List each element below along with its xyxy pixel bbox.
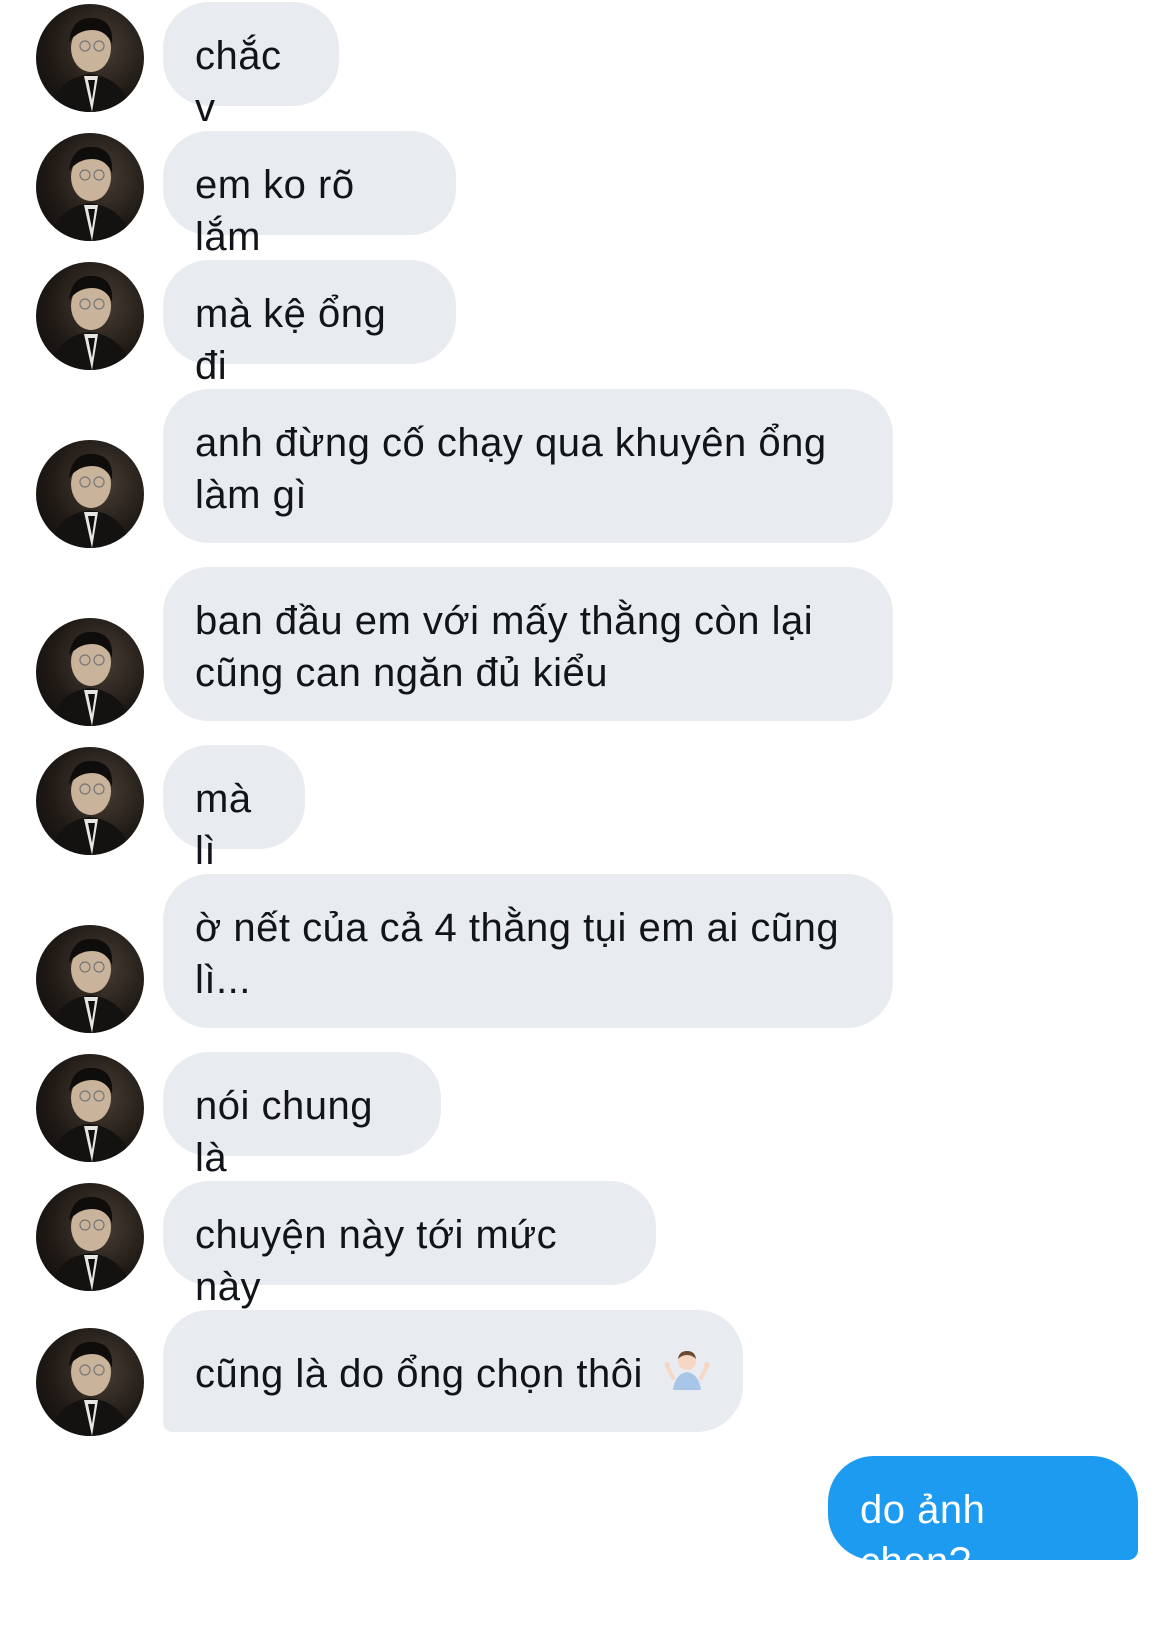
message-text: em ko rõ lắm <box>195 163 355 259</box>
message-text: anh đừng cố chạy qua khuyên ổng làm gì <box>195 421 827 517</box>
message-text: cũng là do ổng chọn thôi <box>195 1352 643 1397</box>
message-bubble[interactable]: mà lì <box>163 745 305 873</box>
avatar[interactable] <box>36 925 144 1033</box>
message-bubble[interactable]: anh đừng cố chạy qua khuyên ổng làm gì <box>163 389 893 543</box>
message-bubble[interactable]: cũng là do ổng chọn thôi <box>163 1310 743 1432</box>
message-bubble[interactable]: chuyện này tới mức này <box>163 1181 656 1309</box>
sent-message-text: do ảnh chọn? <box>860 1488 986 1584</box>
message-text: nói chung là <box>195 1084 373 1180</box>
person-shrugging-icon <box>663 1348 710 1405</box>
avatar[interactable] <box>36 1328 144 1436</box>
message-bubble[interactable]: ờ nết của cả 4 thằng tụi em ai cũng lì..… <box>163 874 893 1028</box>
message-text: ban đầu em với mấy thằng còn lại cũng ca… <box>195 599 814 695</box>
message-text: mà lì <box>195 777 252 873</box>
avatar[interactable] <box>36 1054 144 1162</box>
message-bubble[interactable]: mà kệ ổng đi <box>163 260 456 388</box>
message-text: chắc v <box>195 34 282 130</box>
avatar[interactable] <box>36 747 144 855</box>
sent-message-bubble[interactable]: do ảnh chọn? <box>828 1456 1138 1584</box>
message-text: ờ nết của cả 4 thằng tụi em ai cũng lì..… <box>195 906 840 1002</box>
avatar[interactable] <box>36 1183 144 1291</box>
message-text: mà kệ ổng đi <box>195 292 387 388</box>
message-bubble[interactable]: chắc v <box>163 2 339 130</box>
message-bubble[interactable]: em ko rõ lắm <box>163 131 456 259</box>
avatar[interactable] <box>36 618 144 726</box>
message-text: chuyện này tới mức này <box>195 1213 558 1309</box>
avatar[interactable] <box>36 4 144 112</box>
avatar[interactable] <box>36 440 144 548</box>
avatar[interactable] <box>36 262 144 370</box>
message-bubble[interactable]: nói chung là <box>163 1052 441 1180</box>
message-bubble[interactable]: ban đầu em với mấy thằng còn lại cũng ca… <box>163 567 893 721</box>
avatar[interactable] <box>36 133 144 241</box>
